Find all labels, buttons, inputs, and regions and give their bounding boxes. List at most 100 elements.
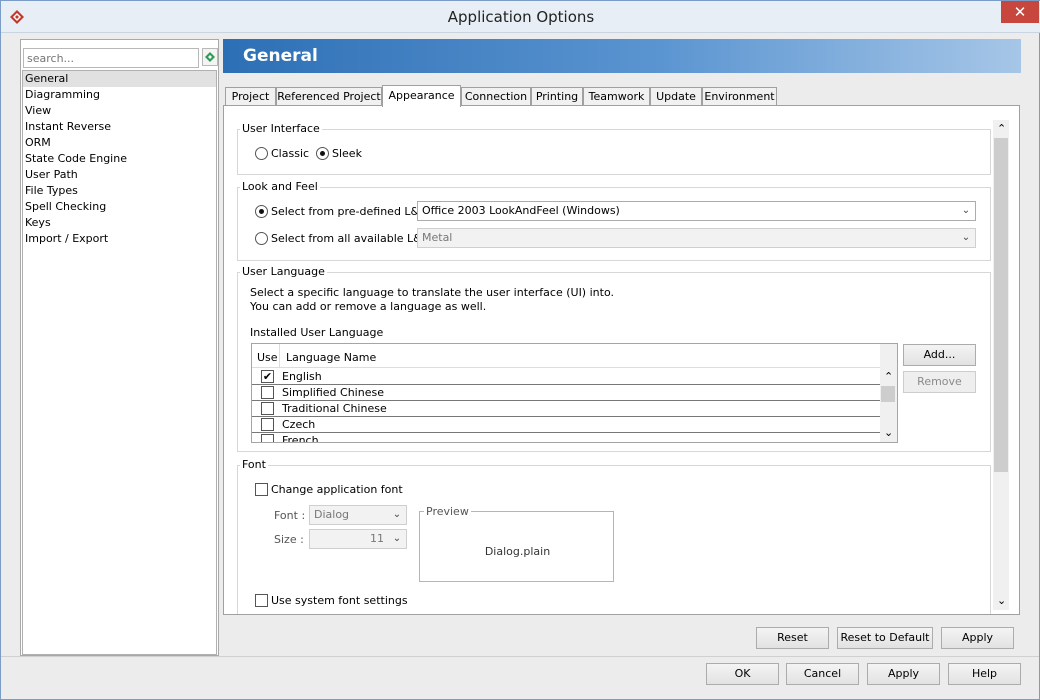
sidebar-item-user-path[interactable]: User Path — [23, 167, 216, 183]
tab-appearance[interactable]: Appearance — [382, 85, 461, 107]
change-font-label: Change application font — [271, 483, 403, 496]
sidebar-item-orm[interactable]: ORM — [23, 135, 216, 151]
language-description-1: Select a specific language to translate … — [250, 286, 614, 299]
font-select[interactable]: Dialog ⌄ — [309, 505, 407, 525]
use-checkbox[interactable] — [261, 418, 274, 431]
chevron-down-icon: ⌄ — [392, 533, 402, 544]
content-scrollbar[interactable]: ⌃ ⌄ — [993, 120, 1009, 610]
preview-legend: Preview — [424, 505, 471, 518]
sidebar-item-file-types[interactable]: File Types — [23, 183, 216, 199]
classic-label: Classic — [271, 147, 310, 160]
column-header-use[interactable]: Use — [257, 351, 278, 364]
sidebar-item-keys[interactable]: Keys — [23, 215, 216, 231]
add-language-button[interactable]: Add... — [903, 344, 976, 366]
tab-teamwork[interactable]: Teamwork — [583, 87, 650, 106]
search-icon — [205, 52, 215, 62]
chevron-down-icon: ⌄ — [961, 205, 971, 216]
language-description-2: You can add or remove a language as well… — [250, 300, 487, 313]
predefined-lf-select[interactable]: Office 2003 LookAndFeel (Windows) ⌄ — [417, 201, 976, 221]
size-label: Size : — [274, 533, 304, 546]
tab-environment[interactable]: Environment — [702, 87, 777, 106]
close-button[interactable]: ✕ — [1001, 1, 1039, 23]
sidebar-item-general[interactable]: General — [23, 71, 216, 87]
section-header: General — [223, 39, 1021, 73]
language-name: Simplified Chinese — [282, 386, 384, 399]
sidebar-item-diagramming[interactable]: Diagramming — [23, 87, 216, 103]
appearance-panel: User Interface Classic Sleek Look and Fe… — [223, 105, 1020, 615]
reset-to-default-button[interactable]: Reset to Default — [837, 627, 933, 649]
classic-radio[interactable] — [255, 147, 268, 160]
window-title: Application Options — [447, 8, 595, 26]
font-label: Font : — [274, 509, 306, 522]
all-lf-select[interactable]: Metal ⌄ — [417, 228, 976, 248]
table-scrollbar[interactable]: ⌃ ⌄ — [880, 344, 897, 442]
page-title: General — [243, 46, 318, 66]
tab-update[interactable]: Update — [650, 87, 702, 106]
all-lf-radio[interactable] — [255, 232, 268, 245]
predefined-lf-label: Select from pre-defined L&F: — [271, 205, 429, 218]
sidebar-item-view[interactable]: View — [23, 103, 216, 119]
title-bar[interactable]: Application Options ✕ — [1, 1, 1040, 33]
close-icon: ✕ — [1013, 3, 1027, 21]
search-button[interactable] — [202, 48, 218, 66]
tab-connection[interactable]: Connection — [461, 87, 531, 106]
sleek-label: Sleek — [332, 147, 362, 160]
use-checkbox[interactable] — [261, 434, 274, 442]
table-header: Use Language Name — [252, 344, 880, 368]
panel-apply-button[interactable]: Apply — [941, 627, 1014, 649]
tab-project[interactable]: Project — [225, 87, 276, 106]
scroll-down-icon[interactable]: ⌄ — [997, 594, 1006, 607]
predefined-lf-radio[interactable] — [255, 205, 268, 218]
change-font-checkbox[interactable] — [255, 483, 268, 496]
scroll-down-icon[interactable]: ⌄ — [884, 426, 893, 439]
table-row[interactable]: ✔ English — [252, 369, 880, 385]
column-header-language-name[interactable]: Language Name — [286, 351, 376, 364]
table-row[interactable]: Simplified Chinese — [252, 385, 880, 401]
system-font-checkbox[interactable] — [255, 594, 268, 607]
language-name: Czech — [282, 418, 316, 431]
font-preview-box: Preview Dialog.plain — [419, 505, 614, 582]
use-checkbox[interactable] — [261, 402, 274, 415]
installed-language-label: Installed User Language — [250, 326, 384, 339]
scrollbar-thumb[interactable] — [881, 386, 895, 402]
help-button[interactable]: Help — [948, 663, 1021, 685]
sidebar-item-state-code-engine[interactable]: State Code Engine — [23, 151, 216, 167]
footer-divider — [1, 656, 1039, 657]
ok-button[interactable]: OK — [706, 663, 779, 685]
use-checkbox[interactable]: ✔ — [261, 370, 274, 383]
table-row[interactable]: Czech — [252, 417, 880, 433]
user-language-legend: User Language — [240, 265, 327, 278]
language-name: French — [282, 434, 319, 443]
category-list: General Diagramming View Instant Reverse… — [22, 70, 217, 655]
cancel-button[interactable]: Cancel — [786, 663, 859, 685]
all-lf-value: Metal — [422, 231, 453, 244]
language-name: English — [282, 370, 322, 383]
use-checkbox[interactable] — [261, 386, 274, 399]
remove-language-button[interactable]: Remove — [903, 371, 976, 393]
table-row[interactable]: French — [252, 433, 880, 443]
application-options-window: Application Options ✕ General Diagrammin… — [0, 0, 1040, 700]
tab-referenced-project[interactable]: Referenced Project — [276, 87, 382, 106]
tab-printing[interactable]: Printing — [531, 87, 583, 106]
look-and-feel-group — [237, 187, 991, 261]
sleek-radio[interactable] — [316, 147, 329, 160]
sidebar-item-import-export[interactable]: Import / Export — [23, 231, 216, 247]
look-and-feel-legend: Look and Feel — [240, 180, 320, 193]
search-input[interactable] — [23, 48, 199, 68]
scrollbar-thumb[interactable] — [994, 138, 1008, 472]
sidebar-item-instant-reverse[interactable]: Instant Reverse — [23, 119, 216, 135]
chevron-down-icon: ⌄ — [392, 509, 402, 520]
chevron-down-icon: ⌄ — [961, 232, 971, 243]
column-divider — [279, 344, 280, 368]
table-row[interactable]: Traditional Chinese — [252, 401, 880, 417]
options-sidebar: General Diagramming View Instant Reverse… — [20, 39, 219, 656]
reset-button[interactable]: Reset — [756, 627, 829, 649]
system-font-label: Use system font settings — [271, 594, 408, 607]
scroll-up-icon[interactable]: ⌃ — [997, 122, 1006, 135]
size-select[interactable]: 11 ⌄ — [309, 529, 407, 549]
scroll-up-icon[interactable]: ⌃ — [884, 370, 893, 383]
user-interface-legend: User Interface — [240, 122, 322, 135]
dialog-apply-button[interactable]: Apply — [867, 663, 940, 685]
preview-text: Dialog.plain — [484, 545, 551, 558]
sidebar-item-spell-checking[interactable]: Spell Checking — [23, 199, 216, 215]
